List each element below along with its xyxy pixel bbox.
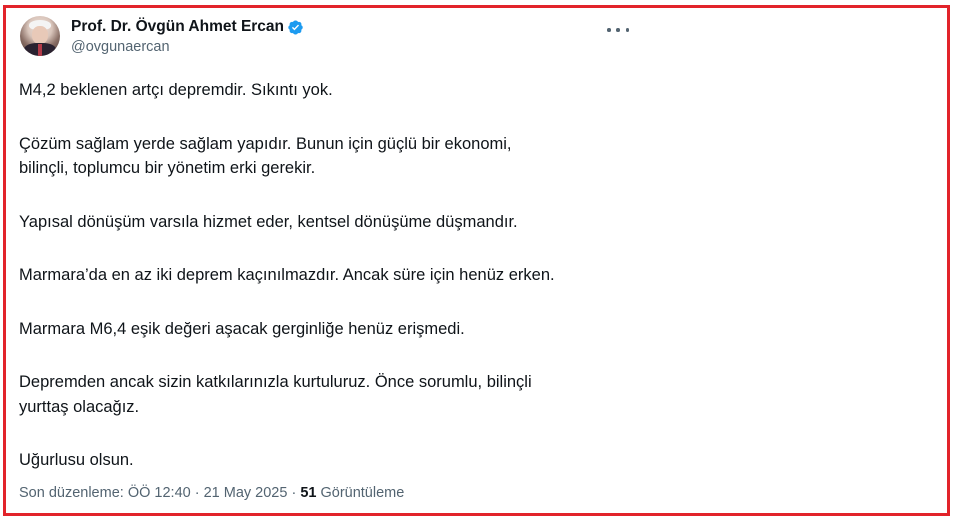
tweet-line: Marmara’da en az iki deprem kaçınılmazdı… <box>19 266 555 284</box>
edited-timestamp-link[interactable]: Son düzenleme: ÖÖ 12:40 · 21 May 2025 · <box>19 485 300 501</box>
tweet-paragraph: Uğurlusu olsun. <box>19 448 659 473</box>
tweet-line: Marmara M6,4 eşik değeri aşacak gerginli… <box>19 319 465 338</box>
views-count[interactable]: 51 <box>300 485 316 501</box>
user-info: Prof. Dr. Övgün Ahmet Ercan @ovgunaercan <box>71 18 304 55</box>
tweet-paragraph: M4,2 beklenen artçı depremdir. Sıkıntı y… <box>19 78 659 103</box>
tweet-paragraph: Çözüm sağlam yerde sağlam yapıdır. Bunun… <box>19 132 659 181</box>
name-row: Prof. Dr. Övgün Ahmet Ercan <box>71 18 304 36</box>
tweet-paragraph: Yapısal dönüşüm varsıla hizmet eder, ken… <box>19 210 659 235</box>
more-dot <box>625 28 629 32</box>
tweet-text: M4,2 beklenen artçı depremdir. Sıkıntı y… <box>19 78 659 502</box>
tweet-line: Çözüm sağlam yerde sağlam yapıdır. Bunun… <box>19 134 512 153</box>
tweet-paragraph: Depremden ancak sizin katkılarınızla kur… <box>19 370 659 419</box>
tweet-paragraph: Marmara M6,4 eşik değeri aşacak gerginli… <box>19 317 659 342</box>
tweet-line: Yapısal dönüşüm varsıla hizmet eder, ken… <box>19 212 518 231</box>
tweet-line: yurttaş olacağız. <box>19 397 140 416</box>
views-label[interactable]: Görüntüleme <box>316 485 404 501</box>
avatar-face <box>32 26 48 44</box>
tweet-line: bilinçli, toplumcu bir yönetim erki gere… <box>19 159 316 177</box>
tweet-header: Prof. Dr. Övgün Ahmet Ercan @ovgunaercan <box>20 16 304 56</box>
more-dot <box>607 28 611 32</box>
avatar[interactable] <box>20 16 60 56</box>
tweet-line: M4,2 beklenen artçı depremdir. Sıkıntı y… <box>19 81 333 99</box>
tweet-line: Uğurlusu olsun. <box>19 451 134 469</box>
tweet-paragraph: Marmara’da en az iki deprem kaçınılmazdı… <box>19 263 659 288</box>
tweet-meta: Son düzenleme: ÖÖ 12:40 · 21 May 2025 · … <box>19 485 404 501</box>
verified-badge-icon <box>288 20 303 34</box>
display-name[interactable]: Prof. Dr. Övgün Ahmet Ercan <box>71 18 284 36</box>
tweet-line: Depremden ancak sizin katkılarınızla kur… <box>19 373 532 391</box>
more-dot <box>616 28 620 32</box>
more-options-icon[interactable] <box>607 22 629 38</box>
avatar-tie <box>38 44 42 56</box>
user-handle[interactable]: @ovgunaercan <box>71 39 304 55</box>
tweet-card-frame: Prof. Dr. Övgün Ahmet Ercan @ovgunaercan… <box>3 5 950 516</box>
